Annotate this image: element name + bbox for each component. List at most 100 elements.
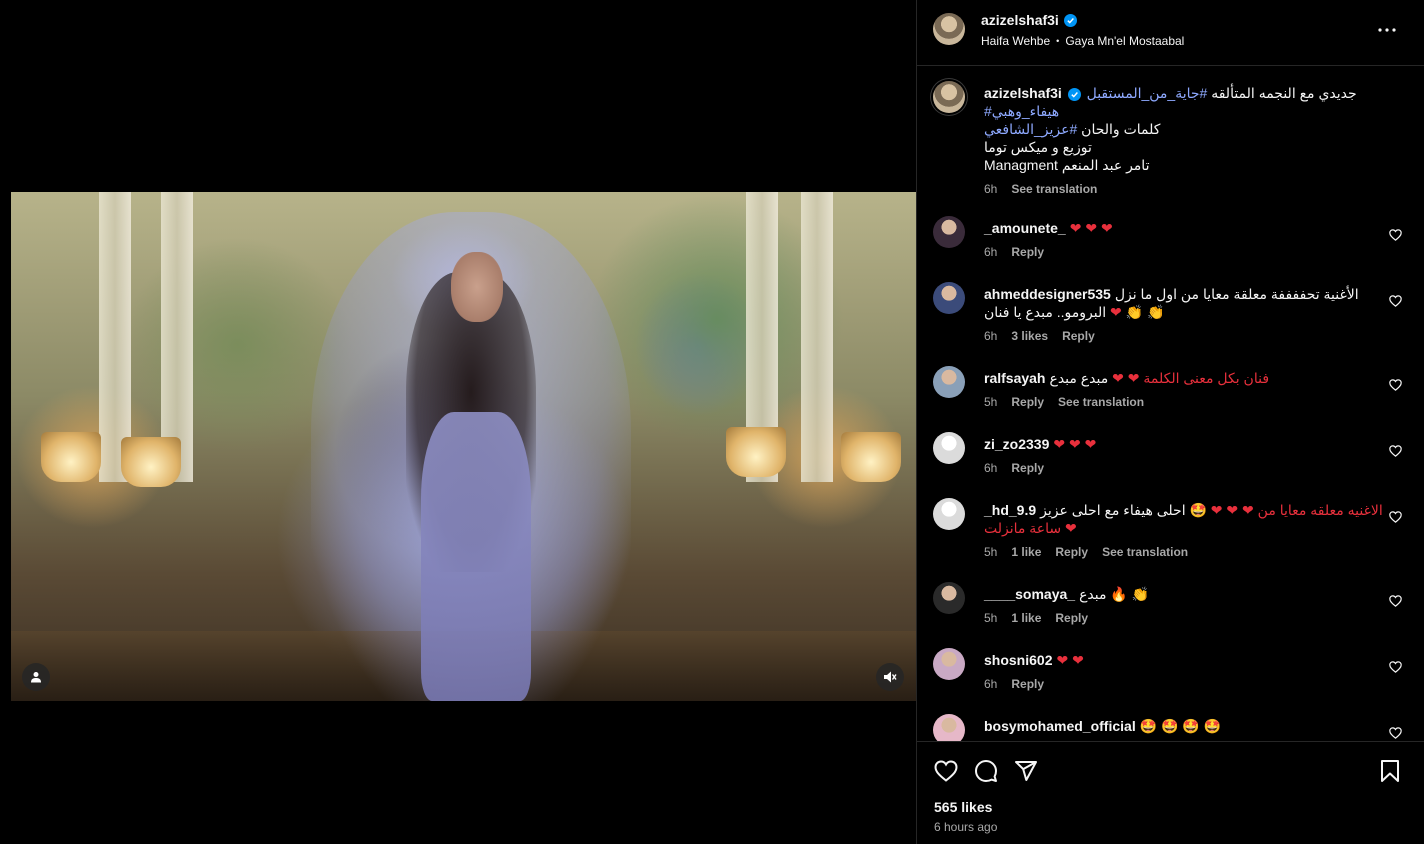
comments-list[interactable]: azizelshaf3i جديدي مع النجمه المتألقه #ج… [917, 66, 1424, 741]
comment-body: _amounete_ ❤ ❤ ❤ 6h Reply [984, 219, 1384, 261]
likes-count[interactable]: 565 likes [934, 799, 992, 815]
muted-icon [884, 671, 897, 683]
comment-likes[interactable]: 1 like [1011, 609, 1041, 627]
reply-button[interactable]: Reply [1055, 609, 1088, 627]
video-scene-lamp [121, 437, 181, 487]
commenter-avatar[interactable] [933, 432, 965, 464]
hashtag-link[interactable]: #عزيز_الشافعي [984, 121, 1077, 137]
comment-meta: 6h Reply [984, 675, 1384, 693]
comment-text: مبدع [1079, 586, 1107, 602]
video-scene-dress [421, 412, 531, 701]
reply-button[interactable]: Reply [1062, 327, 1095, 345]
comment-like-button[interactable] [1389, 510, 1403, 524]
comment-like-button[interactable] [1389, 294, 1403, 308]
heart-icon [1389, 727, 1402, 739]
comment-time: 6h [984, 329, 998, 343]
comment-like-button[interactable] [1389, 660, 1403, 674]
video-scene-lamp [841, 432, 901, 482]
heart-icon [1389, 595, 1402, 607]
author-username[interactable]: azizelshaf3i [981, 12, 1059, 28]
see-translation-button[interactable]: See translation [1102, 543, 1188, 561]
comment-emoji: ❤ ❤ فنان بكل معنى الكلمة [1112, 370, 1270, 386]
comment-time: 6h [984, 461, 998, 475]
post-header: azizelshaf3i Haifa Wehbe • Gaya Mn'el Mo… [917, 0, 1424, 66]
video-scene-pillar [801, 192, 833, 482]
reply-button[interactable]: Reply [1011, 675, 1044, 693]
more-icon [1378, 28, 1396, 32]
caption-username[interactable]: azizelshaf3i [984, 85, 1062, 101]
mute-toggle-button[interactable] [876, 663, 904, 691]
commenter-avatar[interactable] [933, 282, 965, 314]
commenter-username[interactable]: _hd_9.9 [984, 502, 1036, 518]
comment-like-button[interactable] [1389, 228, 1403, 242]
share-button[interactable] [1013, 758, 1039, 784]
commenter-username[interactable]: ____somaya_ [984, 586, 1075, 602]
commenter-avatar[interactable] [933, 582, 965, 614]
comment-body: bosymohamed_official 🤩 🤩 🤩 🤩 [984, 717, 1384, 735]
commenter-username[interactable]: zi_zo2339 [984, 436, 1049, 452]
comment-meta: 5h 1 like Reply See translation [984, 543, 1384, 561]
reply-button[interactable]: Reply [1011, 393, 1044, 411]
caption-line-3: كلمات والحان #عزيز_الشافعي [984, 121, 1161, 137]
music-separator: • [1056, 36, 1060, 46]
comment-text-line: bosymohamed_official 🤩 🤩 🤩 🤩 [984, 717, 1384, 735]
caption-line-4: توزيع و ميكس توما [984, 139, 1092, 155]
comment-button[interactable] [973, 758, 999, 784]
comment-like-button[interactable] [1389, 378, 1403, 392]
reply-button[interactable]: Reply [1011, 243, 1044, 261]
commenter-username[interactable]: _amounete_ [984, 220, 1066, 236]
save-button[interactable] [1377, 758, 1403, 784]
video-player[interactable] [11, 192, 916, 701]
commenter-avatar[interactable] [933, 498, 965, 530]
music-artist[interactable]: Haifa Wehbe [981, 34, 1050, 48]
comment-body: ralfsayah مبدع مبدع ❤ ❤ فنان بكل معنى الك… [984, 369, 1384, 411]
audio-info: Haifa Wehbe • Gaya Mn'el Mostaabal [981, 34, 1184, 48]
caption-time: 6h [984, 182, 998, 196]
commenter-username[interactable]: shosni602 [984, 652, 1052, 668]
comment-emoji: 🔥 👏 [1110, 586, 1150, 602]
post-time[interactable]: 6 hours ago [934, 820, 997, 834]
caption-text-1: جديدي مع النجمه المتألقه #جاية_من_المستق… [1086, 85, 1357, 101]
caption-line-5: Managment تامر عبد المنعم [984, 157, 1150, 173]
comment-text: مبدع مبدع [1049, 370, 1109, 386]
comment-like-button[interactable] [1389, 594, 1403, 608]
comment-body: ____somaya_ مبدع 🔥 👏 5h 1 like Reply [984, 585, 1384, 627]
heart-icon [934, 760, 958, 782]
verified-icon [1067, 88, 1081, 101]
reply-button[interactable]: Reply [1011, 459, 1044, 477]
comment-time: 5h [984, 395, 998, 409]
author-avatar[interactable] [933, 13, 965, 45]
like-button[interactable] [933, 758, 959, 784]
video-scene-lamp [726, 427, 786, 477]
comment-likes[interactable]: 3 likes [1011, 327, 1048, 345]
caption-author-avatar[interactable] [933, 81, 965, 113]
comment-like-button[interactable] [1389, 444, 1403, 458]
commenter-avatar[interactable] [933, 714, 965, 741]
comment-text-line: ____somaya_ مبدع 🔥 👏 [984, 585, 1384, 603]
comment-text: احلى هيفاء مع احلى عزيز [1040, 502, 1186, 518]
comment-time: 6h [984, 245, 998, 259]
commenter-username[interactable]: ralfsayah [984, 370, 1045, 386]
caption-body: azizelshaf3i جديدي مع النجمه المتألقه #ج… [984, 84, 1384, 198]
bookmark-icon [1381, 760, 1399, 782]
see-translation-button[interactable]: See translation [1011, 180, 1097, 198]
comment-like-button[interactable] [1389, 726, 1403, 740]
music-title[interactable]: Gaya Mn'el Mostaabal [1065, 34, 1184, 48]
comment-likes[interactable]: 1 like [1011, 543, 1041, 561]
commenter-avatar[interactable] [933, 648, 965, 680]
comment-meta: 6h Reply [984, 459, 1384, 477]
hashtag-link[interactable]: #هيفاء_وهبي [984, 103, 1059, 119]
more-options-button[interactable] [1375, 20, 1399, 40]
commenter-avatar[interactable] [933, 216, 965, 248]
video-scene-face [451, 252, 503, 322]
reply-button[interactable]: Reply [1055, 543, 1088, 561]
hashtag-link[interactable]: #جاية_من_المستقبل [1087, 85, 1208, 101]
caption-line-1: azizelshaf3i جديدي مع النجمه المتألقه #ج… [984, 84, 1384, 102]
verified-icon [1063, 13, 1077, 27]
tagged-users-button[interactable] [22, 663, 50, 691]
see-translation-button[interactable]: See translation [1058, 393, 1144, 411]
commenter-avatar[interactable] [933, 366, 965, 398]
author-name-row: azizelshaf3i [981, 12, 1077, 28]
commenter-username[interactable]: bosymohamed_official [984, 718, 1136, 734]
commenter-username[interactable]: ahmeddesigner535 [984, 286, 1111, 302]
